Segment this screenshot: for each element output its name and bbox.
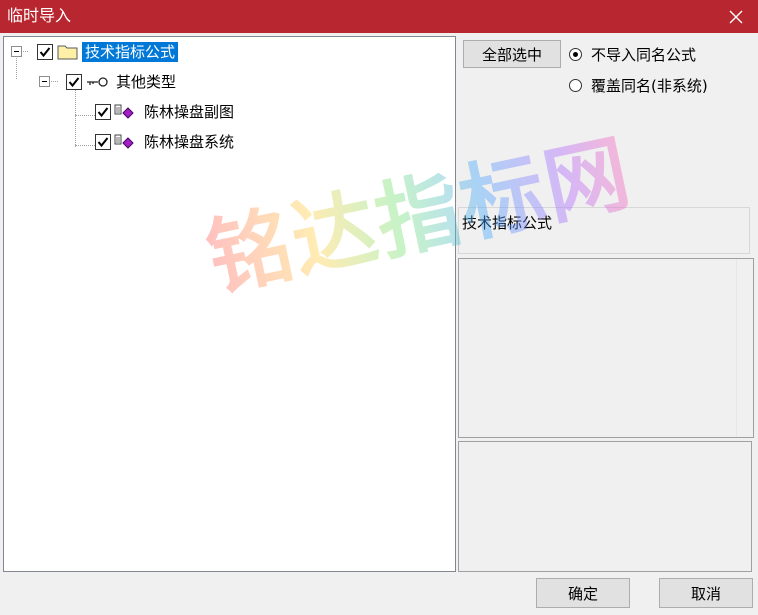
select-all-button[interactable]: 全部选中 xyxy=(463,40,561,68)
tree-connector xyxy=(75,145,95,146)
formula-tree[interactable]: 技术指标公式 其他类型 陈林操盘副图 陈林操盘系统 xyxy=(3,36,456,572)
tree-connector xyxy=(75,115,95,116)
window-title: 临时导入 xyxy=(7,6,72,25)
close-button[interactable] xyxy=(714,0,758,33)
tree-item-label: 陈林操盘系统 xyxy=(144,133,235,151)
key-icon xyxy=(87,77,108,87)
radio-skip-same-name[interactable]: 不导入同名公式 xyxy=(569,44,696,65)
formula-icon xyxy=(114,134,134,149)
ok-button[interactable]: 确定 xyxy=(536,578,630,608)
close-icon xyxy=(729,10,743,23)
check-icon xyxy=(39,47,51,58)
description-box[interactable] xyxy=(458,258,754,438)
tree-item[interactable]: 陈林操盘系统 xyxy=(95,131,237,153)
check-icon xyxy=(68,77,80,88)
footer-bar xyxy=(0,575,758,615)
category-label: 技术指标公式 xyxy=(458,207,750,254)
group-checkbox[interactable] xyxy=(66,74,82,90)
item-checkbox[interactable] xyxy=(95,104,111,120)
radio-dot[interactable] xyxy=(569,48,582,61)
tree-node-root[interactable]: 技术指标公式 xyxy=(37,41,179,63)
tree-connector xyxy=(16,55,17,79)
collapse-group-toggle[interactable] xyxy=(39,76,50,87)
item-checkbox[interactable] xyxy=(95,134,111,150)
radio-overwrite-same-name[interactable]: 覆盖同名(非系统) xyxy=(569,75,708,96)
check-icon xyxy=(97,107,109,118)
vertical-scrollbar[interactable] xyxy=(736,259,753,437)
tree-connector xyxy=(75,89,76,147)
tree-node-group[interactable]: 其他类型 xyxy=(66,71,179,93)
tree-item-label: 陈林操盘副图 xyxy=(144,103,235,121)
collapse-root-toggle[interactable] xyxy=(11,46,22,57)
tree-node-group-label: 其他类型 xyxy=(116,73,177,91)
radio-label: 覆盖同名(非系统) xyxy=(591,77,708,95)
tree-item[interactable]: 陈林操盘副图 xyxy=(95,101,237,123)
radio-label: 不导入同名公式 xyxy=(591,46,697,64)
radio-dot[interactable] xyxy=(569,79,582,92)
root-checkbox[interactable] xyxy=(37,44,53,60)
tree-node-root-label: 技术指标公式 xyxy=(82,42,179,62)
title-bar: 临时导入 xyxy=(0,0,758,33)
check-icon xyxy=(97,137,109,148)
cancel-button[interactable]: 取消 xyxy=(659,578,753,608)
folder-icon xyxy=(57,45,78,60)
detail-box[interactable] xyxy=(458,441,752,572)
formula-icon xyxy=(114,104,134,119)
category-label-text: 技术指标公式 xyxy=(462,214,553,232)
